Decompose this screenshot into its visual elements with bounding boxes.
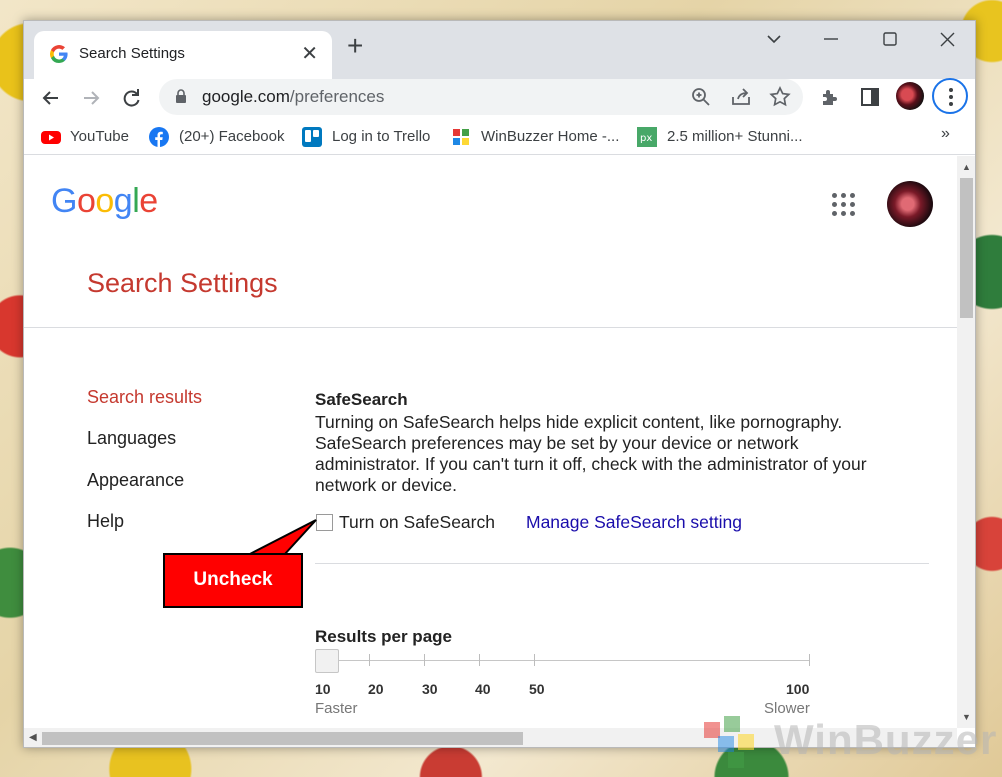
reload-icon[interactable]: [116, 83, 146, 113]
faster-label: Faster: [315, 700, 358, 717]
maximize-icon[interactable]: [883, 32, 897, 46]
grid-dot: [832, 202, 837, 207]
scroll-left-arrow-icon[interactable]: ◀: [29, 732, 37, 743]
profile-avatar-small[interactable]: [896, 82, 924, 110]
lock-icon[interactable]: [175, 89, 187, 103]
safesearch-checkbox[interactable]: [316, 514, 333, 531]
new-tab-button[interactable]: +: [347, 32, 363, 60]
safesearch-checkbox-label[interactable]: Turn on SafeSearch: [339, 512, 495, 533]
logo-letter: g: [113, 182, 133, 220]
slider-tick-label: 40: [475, 681, 491, 697]
sidebar-item-search-results[interactable]: Search results: [87, 387, 202, 408]
bookmark-label: 2.5 million+ Stunni...: [667, 128, 803, 145]
side-panel-icon[interactable]: [858, 85, 882, 109]
grid-dot: [832, 193, 837, 198]
tab-title: Search Settings: [79, 45, 185, 62]
results-slider-thumb[interactable]: [315, 649, 339, 673]
bookmark-star-icon[interactable]: [768, 85, 792, 109]
logo-letter: o: [95, 182, 114, 220]
browser-toolbar: google.com/preferences: [24, 78, 975, 119]
sidebar-item-languages[interactable]: Languages: [87, 428, 176, 449]
manage-safesearch-link[interactable]: Manage SafeSearch setting: [526, 512, 742, 533]
bookmarks-overflow-chevron-icon[interactable]: »: [941, 125, 950, 143]
grid-dot: [850, 211, 855, 216]
safesearch-description: Turning on SafeSearch helps hide explici…: [315, 412, 867, 495]
forward-arrow-icon[interactable]: [76, 83, 106, 113]
youtube-icon: [41, 131, 61, 144]
vertical-scrollbar[interactable]: ▲ ▼: [957, 156, 975, 728]
minimize-icon[interactable]: [823, 37, 839, 41]
share-icon[interactable]: [729, 85, 753, 109]
grid-dot: [841, 193, 846, 198]
svg-text:px: px: [640, 133, 652, 144]
slider-tick: [534, 654, 535, 666]
winbuzzer-icon: [453, 129, 469, 145]
url-path: /preferences: [289, 87, 385, 106]
close-window-icon[interactable]: [940, 32, 955, 47]
google-apps-grid-icon[interactable]: [832, 193, 856, 217]
header-divider: [24, 327, 957, 328]
menu-dot: [949, 88, 953, 92]
bookmarks-bar: YouTube (20+) Facebook Log in to Trello …: [24, 119, 975, 155]
tab-strip: Search Settings ✕ +: [24, 21, 975, 79]
slider-tick-label: 20: [368, 681, 384, 697]
url-domain: google.com: [202, 87, 290, 106]
results-per-page-heading: Results per page: [315, 627, 452, 646]
slider-tick-label: 50: [529, 681, 545, 697]
close-tab-icon[interactable]: ✕: [301, 41, 318, 66]
tab-search-chevron-icon[interactable]: [766, 33, 782, 45]
slider-tick: [479, 654, 480, 666]
account-avatar[interactable]: [887, 181, 933, 227]
back-arrow-icon[interactable]: [36, 83, 66, 113]
facebook-icon: [149, 127, 169, 147]
bookmark-label: (20+) Facebook: [179, 128, 285, 145]
slider-tick-label: 30: [422, 681, 438, 697]
slider-tick: [369, 654, 370, 666]
results-slider-track[interactable]: [324, 660, 809, 661]
slower-label: Slower: [764, 700, 810, 717]
slider-tick: [809, 654, 810, 666]
address-bar[interactable]: google.com/preferences: [159, 79, 803, 115]
uncheck-callout: Uncheck: [163, 553, 303, 608]
google-logo[interactable]: Google: [51, 182, 158, 221]
extensions-puzzle-icon[interactable]: [818, 85, 842, 109]
horizontal-scrollbar[interactable]: ◀: [24, 728, 957, 747]
slider-tick: [424, 654, 425, 666]
logo-letter: e: [139, 182, 158, 220]
pixabay-icon: px: [637, 127, 657, 147]
section-divider: [315, 563, 929, 564]
url-text[interactable]: google.com/preferences: [202, 87, 384, 107]
page-content: Google Search Settings Search results La…: [24, 156, 957, 728]
scroll-down-arrow-icon[interactable]: ▼: [962, 712, 971, 722]
tab-search-settings[interactable]: Search Settings ✕: [34, 31, 332, 79]
horizontal-scroll-thumb[interactable]: [42, 732, 523, 745]
grid-dot: [850, 202, 855, 207]
slider-tick-label: 100: [786, 681, 810, 697]
grid-dot: [850, 193, 855, 198]
bookmark-label: YouTube: [70, 128, 129, 145]
zoom-icon[interactable]: [689, 85, 713, 109]
google-g-icon: [50, 45, 68, 63]
grid-dot: [841, 202, 846, 207]
bookmark-label: Log in to Trello: [332, 128, 431, 145]
scroll-up-arrow-icon[interactable]: ▲: [962, 162, 971, 172]
sidebar-item-appearance[interactable]: Appearance: [87, 470, 184, 491]
grid-dot: [832, 211, 837, 216]
logo-letter: G: [51, 182, 77, 220]
sidebar-item-help[interactable]: Help: [87, 511, 124, 532]
chrome-menu-button[interactable]: [932, 78, 968, 114]
slider-tick-label: 10: [315, 681, 331, 697]
browser-window: Search Settings ✕ + google.com/preferenc…: [23, 20, 976, 748]
menu-dot: [949, 102, 953, 106]
grid-dot: [841, 211, 846, 216]
bookmark-label: WinBuzzer Home -...: [481, 128, 620, 145]
trello-icon: [302, 127, 322, 147]
menu-dot: [949, 95, 953, 99]
vertical-scroll-thumb[interactable]: [960, 178, 973, 318]
logo-letter: o: [76, 182, 96, 220]
safesearch-heading: SafeSearch: [315, 390, 408, 409]
page-title: Search Settings: [87, 268, 278, 298]
